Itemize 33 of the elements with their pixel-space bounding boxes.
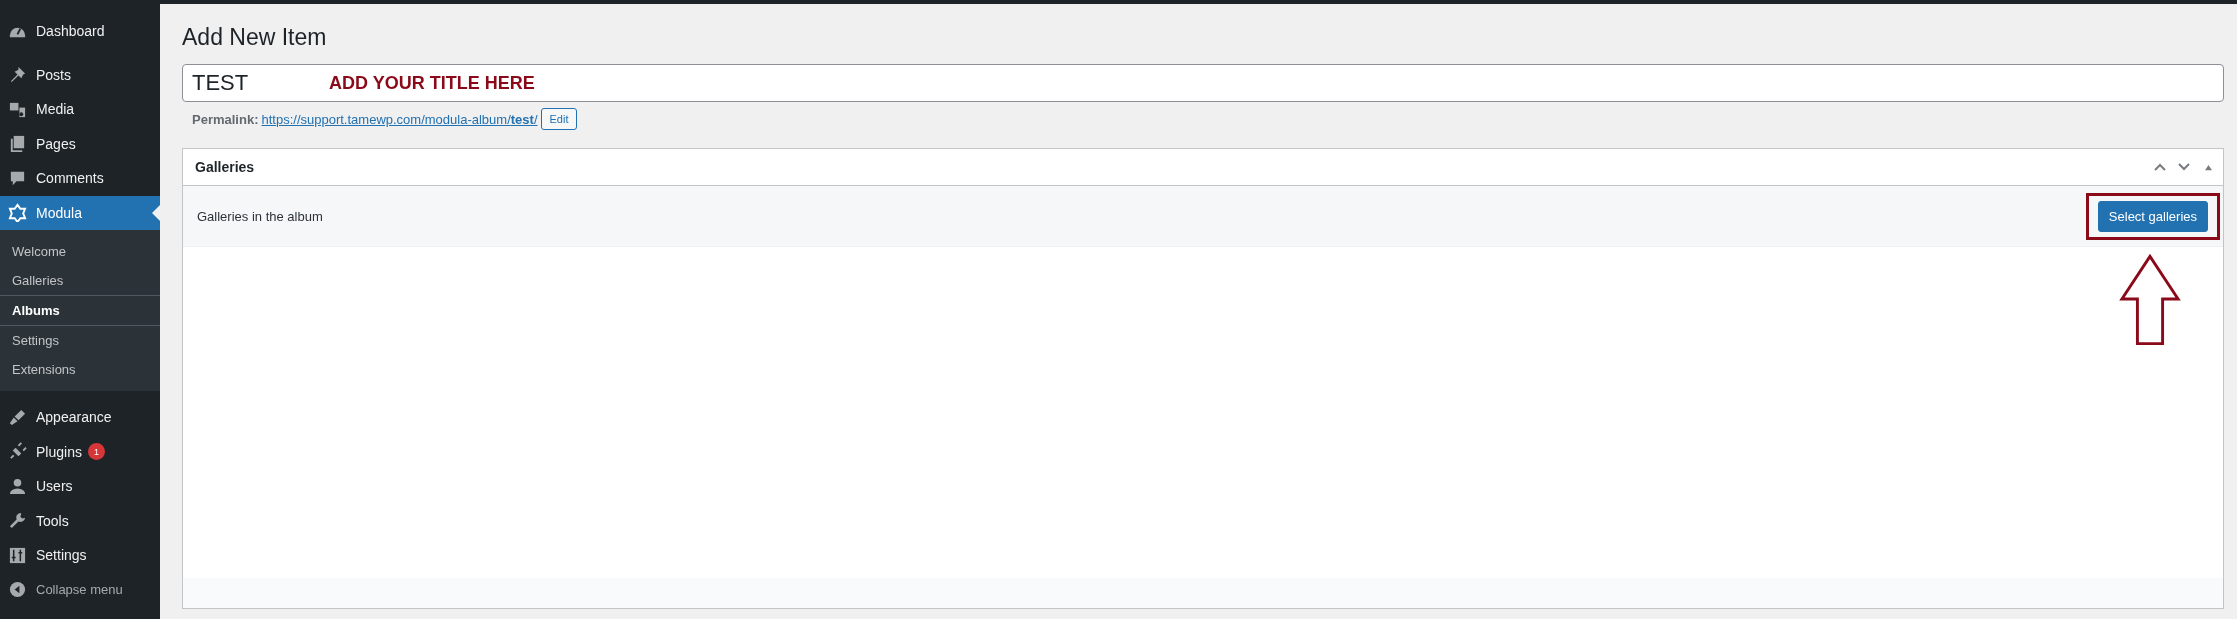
menu-item[interactable]: Plugins 1 — [0, 434, 160, 469]
submenu-item[interactable]: Settings — [0, 326, 160, 355]
collapse-menu-button[interactable]: Collapse menu — [0, 572, 160, 607]
submenu-item[interactable]: Galleries — [0, 266, 160, 295]
menu-item[interactable]: Comments — [0, 161, 160, 196]
brush-icon — [8, 407, 27, 427]
submenu-item[interactable]: Welcome — [0, 237, 160, 266]
update-count-badge: 1 — [87, 443, 105, 461]
menu-item[interactable]: Modula — [0, 195, 160, 230]
menu-item[interactable]: Media — [0, 92, 160, 127]
permalink-link[interactable]: https://support.tamewp.com/modula-album/test/ — [261, 111, 538, 127]
row-label: Galleries in the album — [197, 208, 323, 224]
select-galleries-button[interactable]: Select galleries — [2097, 200, 2208, 232]
page-title: Add New Item — [182, 23, 328, 52]
toggle-panel-icon[interactable] — [2204, 163, 2213, 171]
annotation-text: ADD YOUR TITLE HERE — [329, 73, 535, 94]
user-icon — [8, 476, 27, 496]
menu-item[interactable]: Settings — [0, 538, 160, 573]
menu-item[interactable]: Tools — [0, 503, 160, 538]
menu-item[interactable]: Pages — [0, 126, 160, 161]
wrench-icon — [8, 511, 27, 531]
edit-button[interactable]: Edit — [540, 108, 578, 130]
menu-item[interactable]: Appearance — [0, 400, 160, 435]
sliders-icon — [8, 545, 27, 565]
panel-title: Galleries — [195, 159, 255, 175]
pages-icon — [8, 134, 27, 154]
pin-icon — [8, 65, 27, 85]
menu-item[interactable]: Dashboard — [0, 14, 160, 49]
menu-item[interactable]: Posts — [0, 57, 160, 92]
submenu-item[interactable]: Albums — [0, 295, 160, 326]
menu-item[interactable]: Users — [0, 469, 160, 504]
permalink-label: Permalink: — [192, 111, 259, 127]
submenu-item[interactable]: Extensions — [0, 355, 160, 384]
